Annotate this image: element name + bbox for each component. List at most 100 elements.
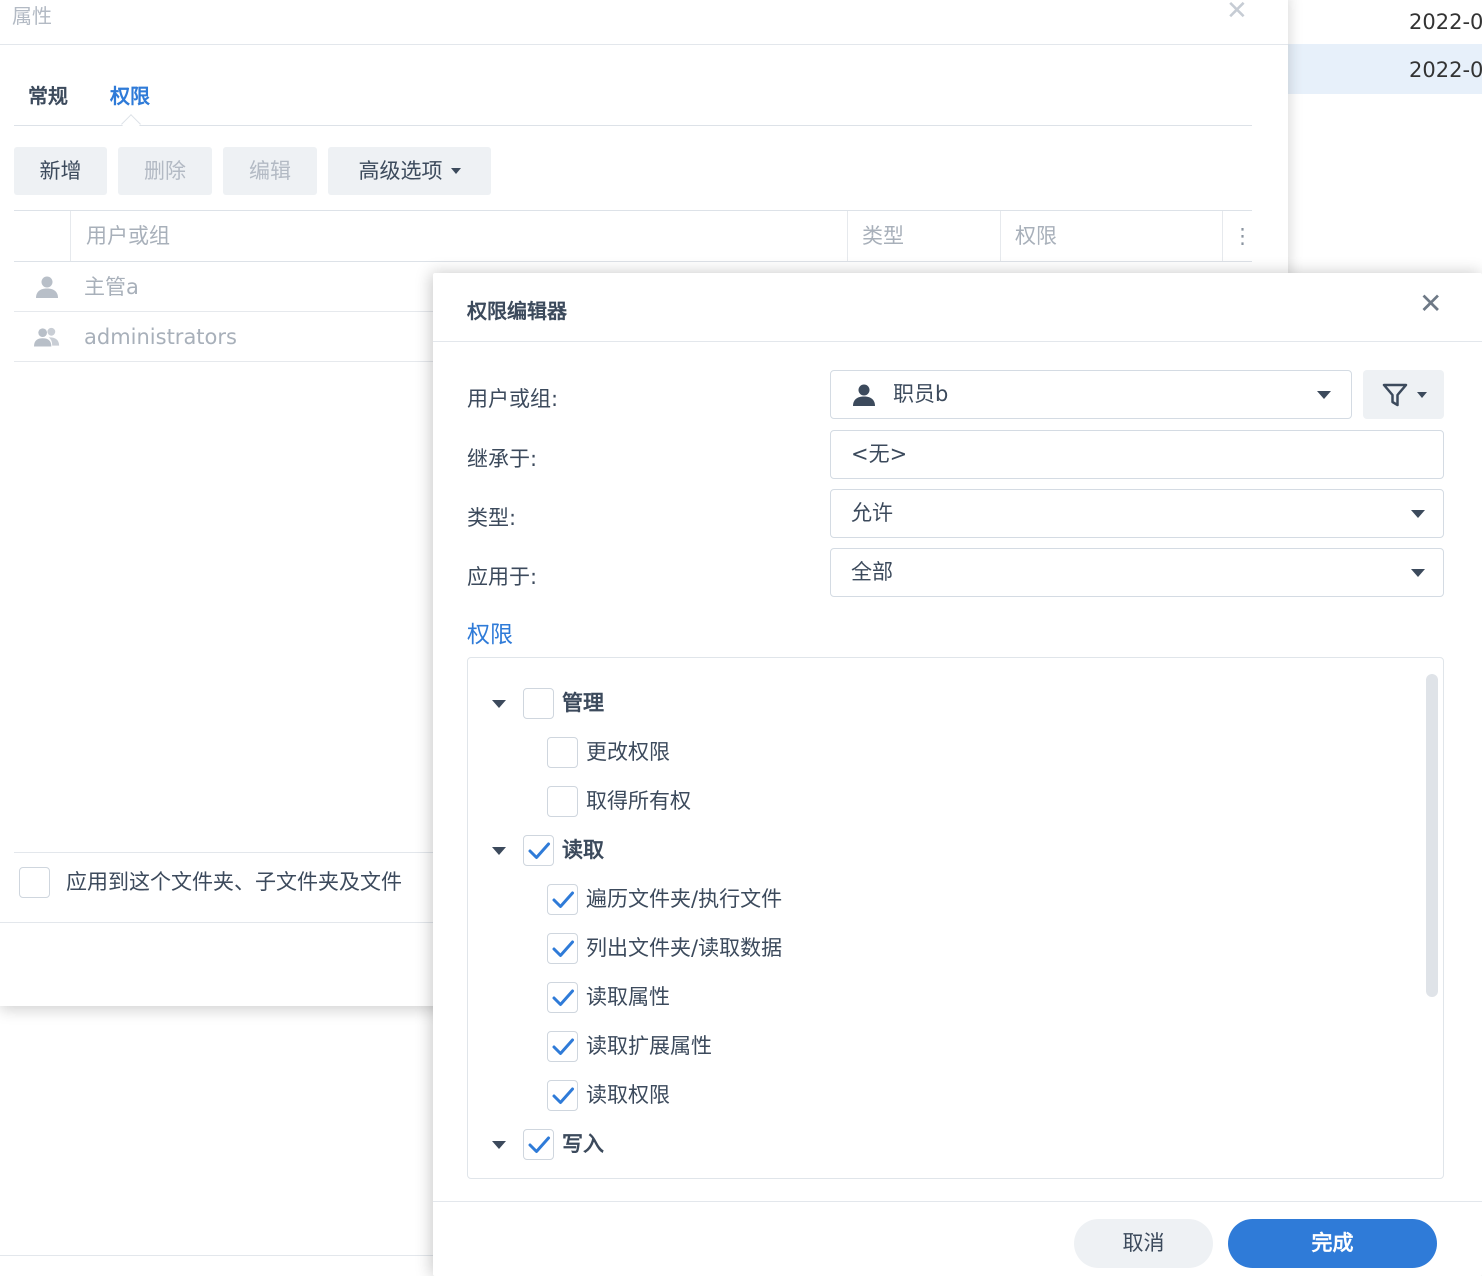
permission-editor-dialog: 权限编辑器 ✕ 用户或组: 职员b 继承于: <无> 类型: 允许 应用于: 全… [433,273,1482,1276]
checkmark-icon [528,1136,550,1153]
checkmark-icon [552,1087,574,1104]
tab-divider [14,125,1252,126]
permission-item[interactable]: 遍历文件夹/执行文件 [468,884,1368,917]
group-icon [34,327,60,347]
apply-to-value: 全部 [851,560,893,584]
dialog-title: 权限编辑器 [467,299,567,323]
column-separator [1222,211,1223,261]
checkmark-icon [552,891,574,908]
row-group-name: administrators [84,325,237,349]
user-icon [853,384,875,406]
permissions-tree: 管理更改权限取得所有权读取遍历文件夹/执行文件 列出文件夹/读取数据 读取属性读取扩… [467,657,1444,1179]
permission-checkbox[interactable] [547,737,578,768]
caret-down-icon [1417,392,1427,398]
cancel-button[interactable]: 取消 [1074,1219,1213,1268]
caret-down-icon [450,167,461,174]
permission-item[interactable]: 读取属性 [468,982,1368,1015]
apply-to-subfolders-label: 应用到这个文件夹、子文件夹及文件 [66,870,402,894]
scrollbar[interactable] [1426,674,1438,997]
caret-down-icon [1317,391,1331,399]
column-menu-icon[interactable]: ⋮ [1232,211,1253,261]
caret-down-icon [1411,569,1425,577]
delete-button[interactable]: 删除 [118,147,212,195]
permission-label: 更改权限 [586,740,670,764]
properties-title: 属性 [12,4,52,28]
expand-caret-icon[interactable] [492,700,506,708]
type-label: 类型: [467,506,517,530]
permission-label: 管理 [562,691,604,715]
user-or-group-select[interactable]: 职员b [830,370,1352,419]
expand-caret-icon[interactable] [492,847,506,855]
permission-group[interactable]: 读取 [468,835,1368,868]
apply-to-label: 应用于: [467,565,538,589]
permission-label: 取得所有权 [586,789,691,813]
expand-caret-icon[interactable] [492,1141,506,1149]
permission-checkbox[interactable] [547,1031,578,1062]
divider [433,1201,1482,1202]
divider [0,1255,434,1256]
checkmark-icon [552,1038,574,1055]
permission-label: 读取扩展属性 [586,1034,712,1058]
checkmark-icon [528,842,550,859]
file-row-date[interactable]: 2022-0 [1288,0,1482,44]
permission-checkbox[interactable] [523,688,554,719]
column-separator [847,211,848,261]
permissions-heading: 权限 [467,622,513,648]
permission-checkbox[interactable] [523,1129,554,1160]
permission-item[interactable]: 列出文件夹/读取数据 [468,933,1368,966]
user-or-group-label: 用户或组: [467,387,559,411]
permission-item[interactable]: 读取权限 [468,1080,1368,1113]
permission-checkbox[interactable] [547,786,578,817]
permission-checkbox[interactable] [547,884,578,915]
divider [433,341,1482,342]
tab-general[interactable]: 常规 [28,80,68,109]
tab-indicator [121,114,141,134]
advanced-options-button[interactable]: 高级选项 [328,147,491,195]
type-value: 允许 [851,501,893,525]
column-separator [70,211,71,261]
permission-group[interactable]: 写入 [468,1129,1368,1162]
table-header: 用户或组 类型 权限 ⋮ [14,211,1253,261]
column-separator [1000,211,1001,261]
user-icon [36,276,58,298]
advanced-options-label: 高级选项 [358,159,443,183]
permission-label: 写入 [562,1132,604,1156]
column-permission[interactable]: 权限 [1015,211,1057,261]
inherit-from-label: 继承于: [467,447,538,471]
close-icon[interactable]: ✕ [1226,0,1248,24]
done-button[interactable]: 完成 [1228,1219,1437,1268]
permission-checkbox[interactable] [547,1080,578,1111]
permission-label: 读取属性 [586,985,670,1009]
row-user-name: 主管a [84,275,139,299]
file-row-date-selected[interactable]: 2022-0 [1288,44,1482,94]
permission-label: 读取权限 [586,1083,670,1107]
permission-item[interactable]: 取得所有权 [468,786,1368,819]
divider [0,44,1288,45]
permission-label: 列出文件夹/读取数据 [586,936,783,960]
permission-checkbox[interactable] [523,835,554,866]
permission-group[interactable]: 管理 [468,688,1368,721]
checkmark-icon [552,989,574,1006]
permission-label: 遍历文件夹/执行文件 [586,887,783,911]
permission-checkbox[interactable] [547,982,578,1013]
divider [14,852,434,853]
permission-item[interactable]: 读取扩展属性 [468,1031,1368,1064]
apply-to-select[interactable]: 全部 [830,548,1444,597]
filter-icon [1382,383,1408,407]
permission-label: 读取 [562,838,604,862]
permission-checkbox[interactable] [547,933,578,964]
edit-button[interactable]: 编辑 [223,147,317,195]
new-button[interactable]: 新增 [14,147,107,195]
filter-button[interactable] [1363,370,1444,419]
divider [0,922,434,923]
user-or-group-value: 职员b [893,382,949,406]
column-type[interactable]: 类型 [862,211,904,261]
tab-permission[interactable]: 权限 [110,80,150,109]
inherit-from-field: <无> [830,430,1444,479]
permission-item[interactable]: 更改权限 [468,737,1368,770]
close-icon[interactable]: ✕ [1419,289,1442,319]
type-select[interactable]: 允许 [830,489,1444,538]
column-user-or-group[interactable]: 用户或组 [86,211,170,261]
caret-down-icon [1411,510,1425,518]
apply-to-subfolders-checkbox[interactable] [19,867,50,898]
